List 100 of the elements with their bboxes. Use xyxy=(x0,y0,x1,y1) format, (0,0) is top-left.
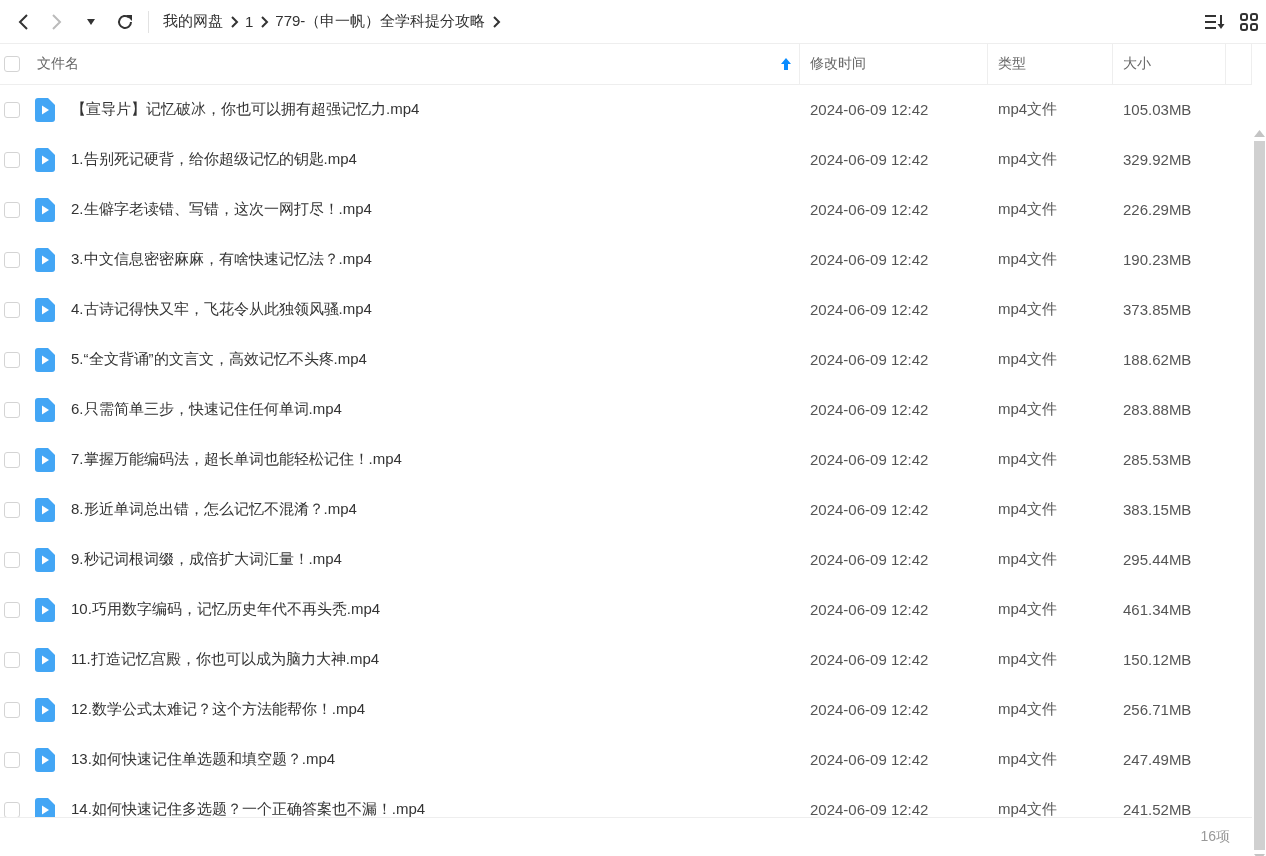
file-type: mp4文件 xyxy=(998,600,1058,620)
row-checkbox[interactable] xyxy=(4,501,20,518)
video-file-icon xyxy=(35,447,55,472)
video-file-icon xyxy=(35,697,55,722)
row-checkbox[interactable] xyxy=(4,201,20,218)
file-size: 241.52MB xyxy=(1123,801,1192,818)
modified-time: 2024-06-09 12:42 xyxy=(810,301,929,319)
video-file-icon xyxy=(35,347,55,372)
file-type: mp4文件 xyxy=(998,250,1058,270)
row-checkbox[interactable] xyxy=(4,451,20,468)
file-name[interactable]: 6.只需简单三步，快速记住任何单词.mp4 xyxy=(71,400,342,420)
file-name[interactable]: 8.形近单词总出错，怎么记忆不混淆？.mp4 xyxy=(71,500,357,520)
header-cell[interactable]: 文件名 xyxy=(0,44,800,84)
file-type: mp4文件 xyxy=(998,800,1058,818)
file-name[interactable]: 10.巧用数字编码，记忆历史年代不再头秃.mp4 xyxy=(71,600,381,620)
row-checkbox[interactable] xyxy=(4,601,20,618)
modified-time: 2024-06-09 12:42 xyxy=(810,651,929,669)
breadcrumb-link[interactable]: 779-（申一帆）全学科提分攻略 xyxy=(269,12,492,31)
chevron-right-icon xyxy=(229,14,239,29)
modified-time: 2024-06-09 12:42 xyxy=(810,201,929,219)
file-name[interactable]: 4.古诗记得快又牢，飞花令从此独领风骚.mp4 xyxy=(71,300,372,320)
file-size: 188.62MB xyxy=(1123,351,1192,369)
file-name[interactable]: 14.如何快速记住多选题？一个正确答案也不漏！.mp4 xyxy=(71,800,426,818)
grid-view-button[interactable] xyxy=(1238,10,1260,33)
modified-time: 2024-06-09 12:42 xyxy=(810,801,929,818)
file-size: 105.03MB xyxy=(1123,101,1192,119)
row-checkbox[interactable] xyxy=(4,551,20,568)
header-cell[interactable]: 类型 xyxy=(988,44,1113,84)
row-checkbox[interactable] xyxy=(4,751,20,768)
file-size: 373.85MB xyxy=(1123,301,1192,319)
video-file-icon xyxy=(35,197,55,222)
column-header[interactable]: 修改时间 xyxy=(810,54,866,73)
scroll-up-icon[interactable] xyxy=(1253,130,1265,137)
video-file-icon xyxy=(35,797,55,818)
file-name[interactable]: 13.如何快速记住单选题和填空题？.mp4 xyxy=(71,750,336,770)
file-name[interactable]: 11.打造记忆宫殿，你也可以成为脑力大神.mp4 xyxy=(71,650,380,670)
row-checkbox[interactable] xyxy=(4,351,20,368)
file-name[interactable]: 【宣导片】记忆破冰，你也可以拥有超强记忆力.mp4 xyxy=(71,100,420,120)
file-size: 461.34MB xyxy=(1123,601,1192,619)
file-name[interactable]: 9.秒记词根词缀，成倍扩大词汇量！.mp4 xyxy=(71,550,342,570)
row-checkbox[interactable] xyxy=(4,401,20,418)
file-type: mp4文件 xyxy=(998,150,1058,170)
file-type: mp4文件 xyxy=(998,400,1058,420)
file-type: mp4文件 xyxy=(998,300,1058,320)
breadcrumb-link[interactable]: 1 xyxy=(239,13,260,30)
video-file-icon xyxy=(35,747,55,772)
modified-time: 2024-06-09 12:42 xyxy=(810,401,929,419)
scrollbar-thumb[interactable] xyxy=(1253,141,1265,850)
file-name[interactable]: 1.告别死记硬背，给你超级记忆的钥匙.mp4 xyxy=(71,150,357,170)
video-file-icon xyxy=(35,647,55,672)
file-name[interactable]: 2.生僻字老读错、写错，这次一网打尽！.mp4 xyxy=(71,200,372,220)
video-file-icon xyxy=(35,147,55,172)
file-size: 285.53MB xyxy=(1123,451,1192,469)
column-header[interactable]: 大小 xyxy=(1123,54,1151,73)
file-size: 283.88MB xyxy=(1123,401,1192,419)
row-checkbox[interactable] xyxy=(4,651,20,668)
row-checkbox[interactable] xyxy=(4,701,20,718)
file-type: mp4文件 xyxy=(998,700,1058,720)
video-file-icon xyxy=(35,97,55,122)
file-type: mp4文件 xyxy=(998,350,1058,370)
breadcrumb-link[interactable]: 我的网盘 xyxy=(157,12,229,31)
file-size: 329.92MB xyxy=(1123,151,1192,169)
row-checkbox[interactable] xyxy=(4,151,20,168)
modified-time: 2024-06-09 12:42 xyxy=(810,751,929,769)
file-size: 226.29MB xyxy=(1123,201,1192,219)
header-cell[interactable]: 大小 xyxy=(1113,44,1226,84)
chevron-right-icon xyxy=(491,14,502,29)
file-name[interactable]: 12.数学公式太难记？这个方法能帮你！.mp4 xyxy=(71,700,366,720)
video-file-icon xyxy=(35,597,55,622)
sort-ascending-icon xyxy=(781,57,791,70)
select-all-checkbox[interactable] xyxy=(4,55,20,72)
caret-down-icon xyxy=(86,17,96,26)
file-name[interactable]: 7.掌握万能编码法，超长单词也能轻松记住！.mp4 xyxy=(71,450,402,470)
modified-time: 2024-06-09 12:42 xyxy=(810,251,929,269)
video-file-icon xyxy=(35,497,55,522)
video-file-icon xyxy=(35,297,55,322)
row-checkbox[interactable] xyxy=(4,101,20,118)
modified-time: 2024-06-09 12:42 xyxy=(810,351,929,369)
file-name[interactable]: 3.中文信息密密麻麻，有啥快速记忆法？.mp4 xyxy=(71,250,372,270)
header-cell[interactable]: 修改时间 xyxy=(800,44,988,84)
row-checkbox[interactable] xyxy=(4,301,20,318)
row-checkbox[interactable] xyxy=(4,251,20,268)
file-type: mp4文件 xyxy=(998,100,1058,120)
column-header[interactable]: 类型 xyxy=(998,54,1026,73)
file-type: mp4文件 xyxy=(998,550,1058,570)
modified-time: 2024-06-09 12:42 xyxy=(810,701,929,719)
video-file-icon xyxy=(35,397,55,422)
file-type: mp4文件 xyxy=(998,650,1058,670)
file-type: mp4文件 xyxy=(998,200,1058,220)
file-size: 247.49MB xyxy=(1123,751,1192,769)
refresh-icon xyxy=(116,12,134,31)
column-header[interactable]: 文件名 xyxy=(37,54,79,73)
file-type: mp4文件 xyxy=(998,500,1058,520)
modified-time: 2024-06-09 12:42 xyxy=(810,151,929,169)
modified-time: 2024-06-09 12:42 xyxy=(810,551,929,569)
file-name[interactable]: 5.“全文背诵”的文言文，高效记忆不头疼.mp4 xyxy=(71,350,367,370)
row-checkbox[interactable] xyxy=(4,801,20,818)
file-type: mp4文件 xyxy=(998,450,1058,470)
modified-time: 2024-06-09 12:42 xyxy=(810,101,929,119)
file-size: 190.23MB xyxy=(1123,251,1192,269)
